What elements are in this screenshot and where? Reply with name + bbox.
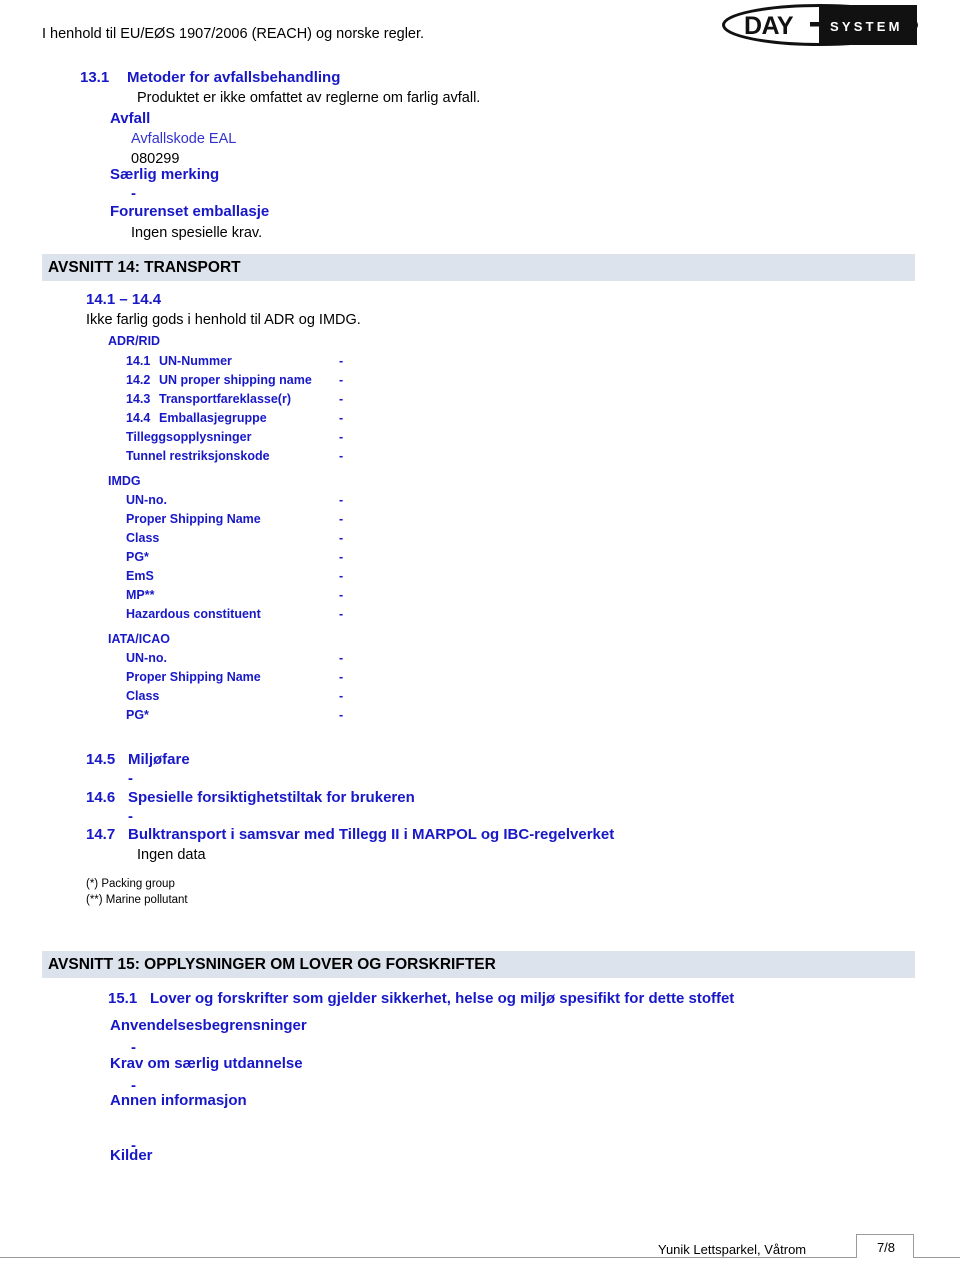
- adr-row-key: UN proper shipping name: [159, 373, 312, 387]
- item-14-5-value: -: [128, 770, 133, 787]
- adr-row-key: Tilleggsopplysninger: [126, 430, 252, 444]
- adr-rid-group-label: ADR/RID: [108, 334, 161, 348]
- item-14-7-number: 14.7: [86, 826, 116, 843]
- section-14-band: AVSNITT 14: TRANSPORT: [42, 254, 915, 281]
- imdg-row-value: -: [339, 493, 344, 507]
- iata-row-value: -: [339, 670, 344, 684]
- kilder-heading: Kilder: [110, 1147, 153, 1164]
- item-14-5-number: 14.5: [86, 751, 116, 768]
- forurenset-emballasje-value: Ingen spesielle krav.: [131, 225, 263, 241]
- imdg-group-label: IMDG: [108, 474, 141, 488]
- imdg-row-key: PG*: [126, 550, 149, 564]
- svg-text:DAY: DAY: [744, 12, 794, 40]
- item-14-6-value: -: [128, 808, 133, 825]
- section-15-title: AVSNITT 15: OPPLYSNINGER OM LOVER OG FOR…: [48, 956, 496, 973]
- adr-row-value: -: [339, 449, 344, 463]
- document-header: I henhold til EU/EØS 1907/2006 (REACH) o…: [0, 0, 960, 58]
- adr-row-value: -: [339, 430, 344, 444]
- annen-informasjon-heading: Annen informasjon: [110, 1092, 247, 1109]
- imdg-row-key: Proper Shipping Name: [126, 512, 261, 526]
- saerlig-merking-heading: Særlig merking: [110, 166, 220, 183]
- iata-row-value: -: [339, 651, 344, 665]
- imdg-row-key: MP**: [126, 588, 155, 602]
- adr-row-key: UN-Nummer: [159, 354, 232, 368]
- anvendelsesbegrensninger-heading: Anvendelsesbegrensninger: [110, 1017, 307, 1034]
- item-14-range-label: 14.1 – 14.4: [86, 291, 162, 308]
- item-15-1-number: 15.1: [108, 990, 138, 1007]
- adr-row-num: 14.3: [126, 392, 151, 406]
- sds-page: I henhold til EU/EØS 1907/2006 (REACH) o…: [0, 0, 960, 1269]
- forurenset-emballasje-heading: Forurenset emballasje: [110, 203, 270, 220]
- item-13-1-number: 13.1: [80, 69, 110, 86]
- imdg-row-value: -: [339, 531, 344, 545]
- iata-row-key: PG*: [126, 708, 149, 722]
- imdg-row-value: -: [339, 512, 344, 526]
- adr-row-key: Transportfareklasse(r): [159, 392, 292, 406]
- adr-row-value: -: [339, 392, 344, 406]
- iata-row-key: Proper Shipping Name: [126, 670, 261, 684]
- adr-row-value: -: [339, 354, 344, 368]
- section-15-band: AVSNITT 15: OPPLYSNINGER OM LOVER OG FOR…: [42, 951, 915, 978]
- adr-row-key: Emballasjegruppe: [159, 411, 267, 425]
- avfallskode-label: Avfallskode EAL: [131, 131, 237, 147]
- anvendelsesbegrensninger-value: -: [131, 1039, 136, 1056]
- iata-row-key: Class: [126, 689, 160, 703]
- imdg-row-key: EmS: [126, 569, 154, 583]
- item-13-1-title: Metoder for avfallsbehandling: [127, 69, 341, 86]
- footnote-marine-pollutant: (**) Marine pollutant: [86, 894, 188, 906]
- compliance-statement: I henhold til EU/EØS 1907/2006 (REACH) o…: [42, 26, 425, 42]
- avfallskode-value: 080299: [131, 151, 180, 167]
- day-system-logo: DAY SYSTEM: [722, 4, 918, 46]
- item-14-range-body: Ikke farlig gods i henhold til ADR og IM…: [86, 312, 361, 328]
- item-13-1-body: Produktet er ikke omfattet av reglerne o…: [137, 90, 481, 106]
- iata-icao-group-label: IATA/ICAO: [108, 632, 171, 646]
- imdg-row-value: -: [339, 569, 344, 583]
- item-15-1-title: Lover og forskrifter som gjelder sikkerh…: [150, 990, 735, 1007]
- adr-row-num: 14.2: [126, 373, 151, 387]
- krav-om-saerlig-utdannelse-heading: Krav om særlig utdannelse: [110, 1055, 303, 1072]
- iata-row-key: UN-no.: [126, 651, 167, 665]
- imdg-row-key: Hazardous constituent: [126, 607, 261, 621]
- krav-om-saerlig-utdannelse-value: -: [131, 1077, 136, 1094]
- avfall-heading: Avfall: [110, 110, 151, 127]
- imdg-row-value: -: [339, 588, 344, 602]
- adr-row-value: -: [339, 411, 344, 425]
- imdg-row-value: -: [339, 550, 344, 564]
- item-14-6-number: 14.6: [86, 789, 116, 806]
- imdg-row-key: Class: [126, 531, 160, 545]
- item-14-7-title: Bulktransport i samsvar med Tillegg II i…: [128, 826, 615, 843]
- adr-row-key: Tunnel restriksjonskode: [126, 449, 270, 463]
- iata-row-value: -: [339, 689, 344, 703]
- item-14-5-title: Miljøfare: [128, 751, 190, 768]
- footer-page-box: 7/8: [856, 1234, 914, 1258]
- footer-divider: [0, 1257, 960, 1258]
- footer-product-name: Yunik Lettsparkel, Våtrom: [658, 1242, 807, 1257]
- item-14-6-title: Spesielle forsiktighetstiltak for bruker…: [128, 789, 415, 806]
- footnote-packing-group: (*) Packing group: [86, 878, 175, 890]
- adr-row-num: 14.4: [126, 411, 151, 425]
- footer-page-number: 7/8: [876, 1240, 896, 1255]
- adr-row-num: 14.1: [126, 354, 151, 368]
- iata-row-value: -: [339, 708, 344, 722]
- saerlig-merking-value: -: [131, 185, 136, 202]
- imdg-row-key: UN-no.: [126, 493, 167, 507]
- section-14-title: AVSNITT 14: TRANSPORT: [48, 259, 241, 276]
- svg-text:SYSTEM: SYSTEM: [830, 19, 903, 34]
- imdg-row-value: -: [339, 607, 344, 621]
- item-14-7-value: Ingen data: [137, 847, 206, 863]
- adr-row-value: -: [339, 373, 344, 387]
